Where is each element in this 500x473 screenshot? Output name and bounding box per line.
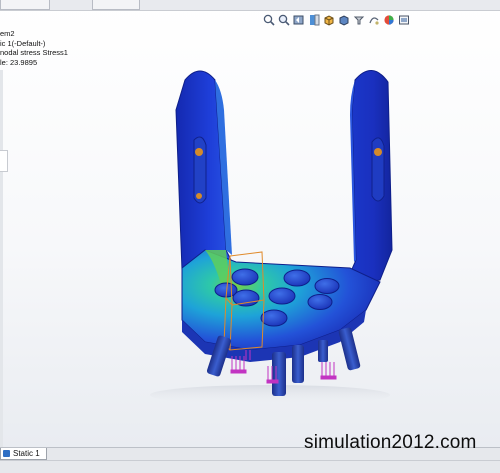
- watermark-text: simulation2012.com: [304, 432, 477, 453]
- tab-static-1[interactable]: Static 1: [0, 448, 47, 460]
- divider: [0, 460, 500, 461]
- stress-plot-model[interactable]: [0, 0, 500, 447]
- tab-static-1-label: Static 1: [13, 449, 40, 458]
- study-icon: [3, 450, 10, 457]
